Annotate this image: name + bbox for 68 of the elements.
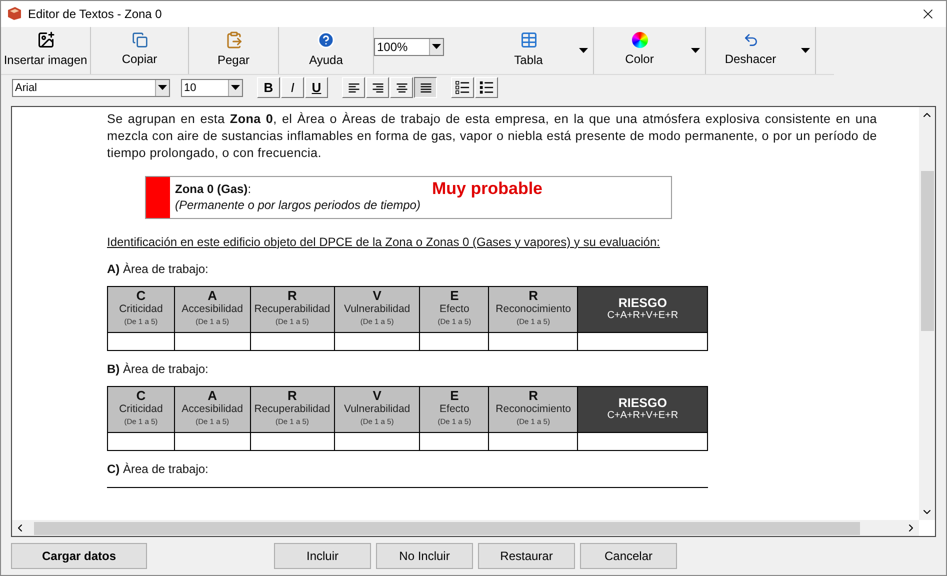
table-cell[interactable] [174, 332, 251, 351]
caret-icon [231, 85, 240, 90]
toolbar-button[interactable]: Pegar [189, 26, 278, 74]
table-cell[interactable] [489, 332, 578, 351]
table-cell[interactable] [578, 432, 708, 451]
color-wheel-icon [632, 32, 648, 48]
dialog-button[interactable]: Cancelar [580, 543, 677, 570]
caret-icon [800, 48, 810, 53]
scrollbar-thumb[interactable] [34, 522, 860, 535]
caret-icon [578, 48, 588, 53]
font-select[interactable]: Arial [12, 78, 170, 97]
zone-rating: Muy probable [432, 178, 543, 199]
help-icon [317, 31, 335, 50]
size-select[interactable]: 10 [181, 78, 243, 97]
dialog-button[interactable]: No Incluir [376, 543, 473, 570]
table-cell[interactable] [489, 432, 578, 451]
toolbar-button[interactable]: Tabla [484, 26, 573, 74]
toolbar-button[interactable]: Insertar imagen [1, 26, 90, 74]
table-cell[interactable] [250, 332, 335, 351]
table-cell[interactable] [420, 332, 490, 351]
numbered-list-icon [455, 81, 470, 94]
dialog-button[interactable]: Restaurar [478, 543, 575, 570]
scrollbar-thumb[interactable] [920, 170, 934, 331]
book-icon [7, 7, 22, 20]
section-heading: Identificación en este edificio objeto del DPCE de la Zona o Zonas 0 (Gases y vapores) y su evaluación: [107, 234, 661, 251]
table-header-cell: RIESGO C+A+R+V+E+R [578, 386, 708, 433]
align-left-icon [346, 82, 360, 94]
table-icon [520, 31, 538, 50]
table-cell[interactable] [420, 432, 490, 451]
justify-icon [418, 82, 432, 94]
zone-subtitle: (Permanente o por largos periodos de tiempo) [175, 196, 422, 213]
table-cell[interactable] [174, 432, 251, 451]
table-header-cell: RIESGO C+A+R+V+E+R [578, 286, 708, 333]
zone-title: Zona 0 (Gas): [175, 182, 252, 197]
format-button[interactable]: I [281, 77, 304, 98]
toolbar-button[interactable]: Ayuda [279, 26, 373, 74]
caret-icon [690, 48, 700, 53]
dialog-button[interactable]: Incluir [274, 543, 371, 570]
align-center-icon [394, 82, 408, 94]
table-cell[interactable] [334, 432, 420, 451]
toolbar-button[interactable]: Color [594, 26, 685, 74]
caret-icon [432, 44, 441, 50]
dialog-button[interactable]: Cargar datos [11, 543, 147, 570]
table-cell[interactable] [108, 332, 175, 351]
table-cell[interactable] [250, 432, 335, 451]
bulleted-list-icon [479, 81, 494, 94]
align-right-icon [370, 82, 384, 94]
copy-icon [132, 32, 148, 48]
table-cell[interactable] [334, 332, 420, 351]
caret-icon [158, 85, 167, 90]
zoom-select[interactable]: 100% [374, 38, 444, 56]
section-title: A) Àrea de trabajo: [107, 260, 210, 278]
section-title: C) Àrea de trabajo: [107, 460, 210, 478]
vertical-scrollbar[interactable] [919, 106, 935, 520]
toolbar-button[interactable]: Deshacer [706, 26, 795, 74]
image-icon [36, 31, 54, 50]
window-title: Editor de Textos - Zona 0 [28, 6, 163, 23]
format-button[interactable]: B [257, 77, 280, 98]
toolbar-button[interactable]: Copiar [91, 26, 188, 74]
undo-icon [742, 32, 758, 48]
format-button[interactable] [414, 77, 437, 98]
table-cell[interactable] [108, 432, 175, 451]
paragraph: Se agrupan en esta Zona 0, el Àrea o Àreas de trabajo de esta empresa, en la que una atmósfera explosiva consistente en una mezcla con aire de sustancias inflamables en forma de gas, vapor o niebla está presente de modo permanente, o por un período de tiempo prolongado, o con frecuencia. [107, 110, 877, 162]
horizontal-scrollbar[interactable] [12, 520, 919, 536]
table-cell[interactable] [578, 332, 708, 351]
format-button[interactable]: U [305, 77, 328, 98]
section-title: B) Àrea de trabajo: [107, 360, 210, 378]
clipboard-icon [224, 31, 242, 50]
